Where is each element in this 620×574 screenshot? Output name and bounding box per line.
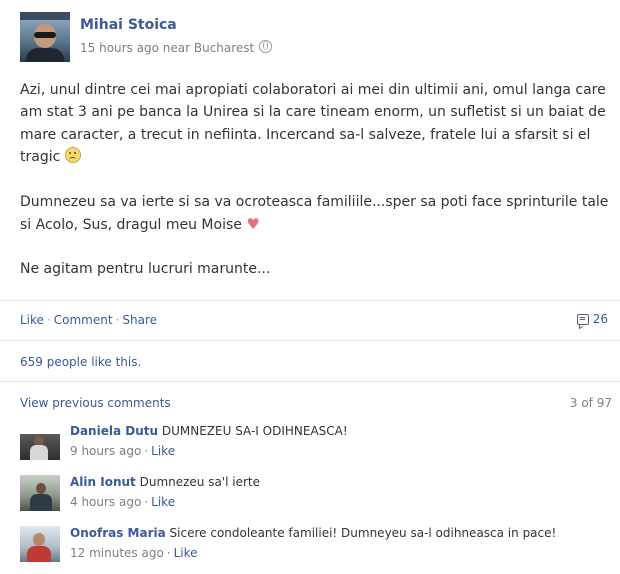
comment-time[interactable]: 12 minutes ago [70,546,164,560]
message-paragraph-3: Ne agitam pentru lucruri marunte... [20,258,612,280]
avatar-body [26,48,64,62]
previous-comments-row: View previous comments 3 of 97 [0,382,620,420]
comment-line: Alin Ionut Dumnezeu sa'l ierte [70,475,260,489]
comments-pager: 3 of 97 [569,396,612,410]
comment-count-link[interactable]: 26 [576,312,608,326]
commenter-name[interactable]: Alin Ionut [70,475,136,489]
separator-dot: · [144,444,149,458]
view-previous-comments-link[interactable]: View previous comments [20,396,171,410]
message-paragraph-2: Dumnezeu sa va ierte si sa va ocroteasca… [20,191,612,237]
post-actions-bar: Like · Comment · Share 26 [0,300,620,340]
comment-meta: 12 minutes ago · Like [70,546,198,560]
message-paragraph-1: Azi, unul dintre cei mai apropiati colab… [20,79,612,169]
comment-meta: 4 hours ago · Like [70,495,175,509]
avatar-face [33,533,45,546]
comment-icon [576,314,589,325]
comment-like-button[interactable]: Like [174,546,198,560]
comment-text: Sicere condoleante familiei! Dumneyeu sa… [169,526,557,540]
heart-emoji-icon: ♥ [246,215,260,234]
avatar-body [30,445,48,460]
comment-time[interactable]: 4 hours ago [70,495,141,509]
facebook-post: Mihai Stoica 15 hours ago near Bucharest… [0,0,620,574]
message-text-1: Azi, unul dintre cei mai apropiati colab… [20,82,606,166]
commenter-avatar[interactable] [20,424,60,460]
commenter-name[interactable]: Daniela Dutu [70,424,158,438]
separator-dot: · [166,546,171,560]
comment-time[interactable]: 9 hours ago [70,444,141,458]
avatar-body [27,546,51,562]
commenter-name[interactable]: Onofras Maria [70,526,166,540]
comment-item: Alin Ionut Dumnezeu sa'l ierte 4 hours a… [0,471,620,521]
separator-dot: · [115,313,120,327]
action-links: Like · Comment · Share [20,313,157,327]
avatar-body [30,494,52,511]
comment-like-button[interactable]: Like [151,444,175,458]
post-message: Azi, unul dintre cei mai apropiati colab… [20,79,612,303]
commenter-avatar[interactable] [20,475,60,511]
comment-text: Dumnezeu sa'l ierte [139,475,261,489]
likes-count-link[interactable]: 659 people like this. [20,355,141,369]
post-meta: 15 hours ago near Bucharest [80,40,273,55]
post-timestamp[interactable]: 15 hours ago near Bucharest [80,41,254,55]
share-button[interactable]: Share [122,313,157,327]
comment-count: 26 [592,312,608,326]
comment-button[interactable]: Comment [54,313,113,327]
globe-icon[interactable] [259,40,273,53]
comment-item: Onofras Maria Sicere condoleante familie… [0,522,620,572]
comment-meta: 9 hours ago · Like [70,444,175,458]
comment-item: Daniela Dutu DUMNEZEU SA-I ODIHNEASCA! 9… [0,420,620,470]
message-text-3: Ne agitam pentru lucruri marunte... [20,261,271,278]
comment-text: DUMNEZEU SA-I ODIHNEASCA! [161,424,348,438]
avatar-sunglasses [34,32,56,38]
sad-face-emoji-icon [64,147,81,164]
author-avatar[interactable] [20,12,70,62]
message-text-2: Dumnezeu sa va ierte si sa va ocroteasca… [20,193,609,234]
comment-line: Daniela Dutu DUMNEZEU SA-I ODIHNEASCA! [70,424,348,438]
avatar-banner [20,12,70,20]
comment-line: Onofras Maria Sicere condoleante familie… [70,526,556,540]
avatar-face [36,483,46,494]
like-button[interactable]: Like [20,313,44,327]
separator-dot: · [144,495,149,509]
author-name[interactable]: Mihai Stoica [80,17,177,33]
likes-row: 659 people like this. [0,340,620,382]
separator-dot: · [46,313,51,327]
commenter-avatar[interactable] [20,526,60,562]
comment-like-button[interactable]: Like [151,495,175,509]
